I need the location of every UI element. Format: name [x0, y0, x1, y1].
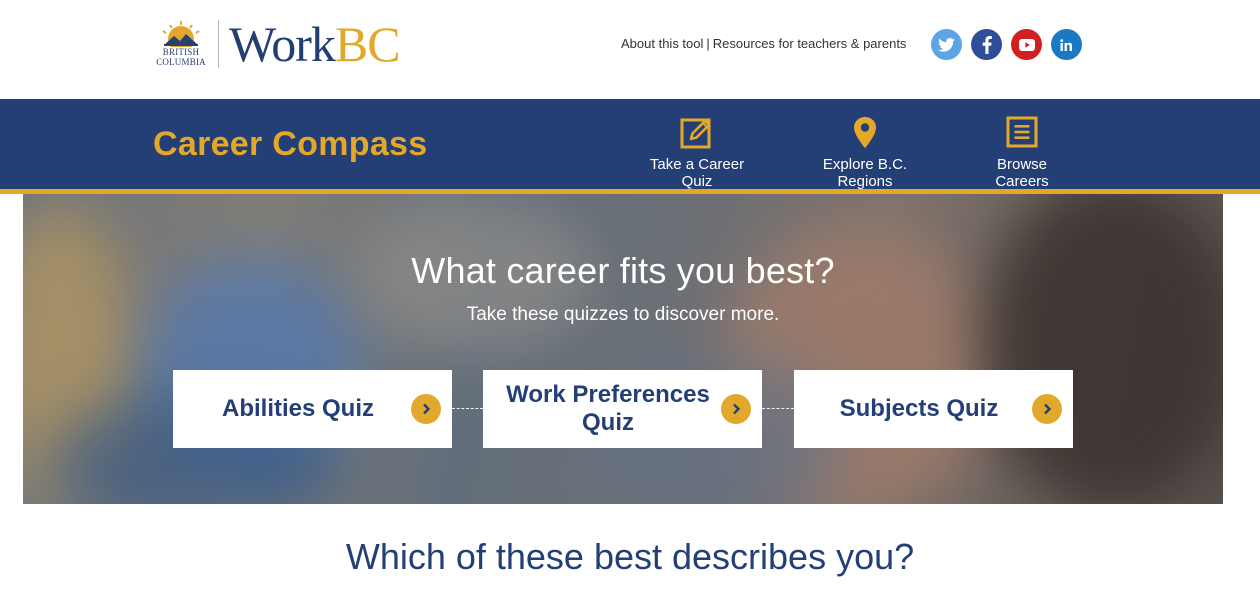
linkedin-button[interactable]	[1051, 29, 1082, 60]
location-pin-icon	[854, 117, 876, 148]
chevron-right-icon	[1032, 394, 1062, 424]
nav-item-label: Take a Career Quiz	[649, 156, 745, 190]
workbc-wordmark: WorkBC	[229, 16, 401, 72]
abilities-quiz-button[interactable]: Abilities Quiz	[173, 370, 452, 448]
facebook-icon	[982, 35, 992, 54]
top-header: BRITISH COLUMBIA WorkBC About this tool |…	[0, 0, 1260, 99]
resources-link[interactable]: Resources for teachers & parents	[713, 36, 907, 51]
bc-logo-text: BRITISH COLUMBIA	[156, 47, 206, 67]
subjects-quiz-button[interactable]: Subjects Quiz	[794, 370, 1073, 448]
nav-item-browse-careers[interactable]: Browse Careers	[969, 116, 1075, 190]
nav-item-regions[interactable]: Explore B.C. Regions	[795, 116, 935, 190]
logo-divider	[218, 20, 219, 68]
nav-item-label: Browse Careers	[995, 156, 1049, 190]
hero-title: What career fits you best?	[411, 250, 835, 291]
hero-overlay	[23, 194, 1223, 504]
nav-item-label: Explore B.C. Regions	[822, 156, 908, 190]
bc-government-logo: BRITISH COLUMBIA	[152, 19, 210, 69]
edit-icon	[680, 118, 711, 149]
nav-item-career-quiz[interactable]: Take a Career Quiz	[633, 116, 761, 190]
about-link[interactable]: About this tool	[621, 36, 703, 51]
youtube-button[interactable]	[1011, 29, 1042, 60]
workbc-logo[interactable]: BRITISH COLUMBIA WorkBC	[152, 18, 400, 70]
quiz-label: Work Preferences Quiz	[506, 381, 710, 436]
quiz-label: Abilities Quiz	[221, 395, 374, 422]
quiz-label: Subjects Quiz	[839, 395, 999, 422]
sun-mountains-icon	[162, 21, 200, 47]
youtube-icon	[1018, 38, 1035, 51]
quiz-connector	[762, 408, 794, 409]
chevron-right-icon	[721, 394, 751, 424]
hero-banner: What career fits you best? Take these qu…	[23, 194, 1223, 504]
list-icon	[1006, 116, 1038, 148]
wordmark-bc: BC	[334, 16, 401, 72]
wordmark-work: Work	[229, 16, 336, 72]
work-preferences-quiz-button[interactable]: Work Preferences Quiz	[483, 370, 762, 448]
top-links: About this tool | Resources for teachers &…	[621, 36, 906, 51]
twitter-icon	[938, 37, 955, 52]
chevron-right-icon	[411, 394, 441, 424]
section-title: Which of these best describes you?	[345, 536, 915, 577]
twitter-button[interactable]	[931, 29, 962, 60]
app-title[interactable]: Career Compass	[153, 125, 427, 164]
hero-subtitle: Take these quizzes to discover more.	[466, 304, 780, 325]
link-separator: |	[706, 36, 710, 51]
facebook-button[interactable]	[971, 29, 1002, 60]
linkedin-icon	[1060, 38, 1072, 51]
quiz-connector	[452, 408, 483, 409]
